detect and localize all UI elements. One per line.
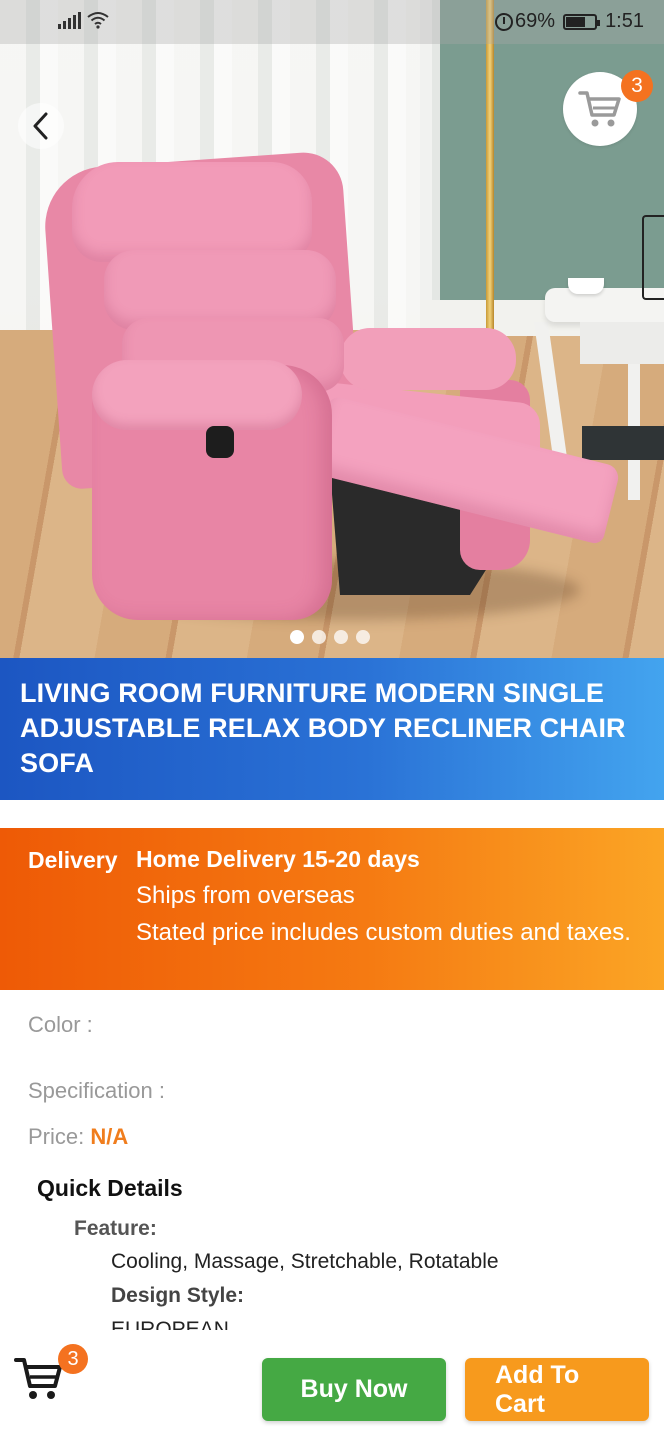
- product-image-carousel[interactable]: 69% 1:51 3: [0, 0, 664, 658]
- battery-icon: [563, 13, 601, 30]
- carousel-dot[interactable]: [356, 630, 370, 644]
- carousel-dot[interactable]: [290, 630, 304, 644]
- status-bar: 69% 1:51: [0, 0, 664, 44]
- color-label: Color :: [28, 1012, 93, 1037]
- product-title-banner: LIVING ROOM FURNITURE MODERN SINGLE ADJU…: [0, 658, 664, 800]
- delivery-info: Home Delivery 15-20 days Ships from over…: [136, 844, 631, 990]
- add-to-cart-label-line2: Cart: [495, 1389, 546, 1418]
- duties-note: Stated price includes custom duties and …: [136, 919, 631, 946]
- delivery-method: Home Delivery 15-20 days: [136, 846, 420, 872]
- ships-from-text: Ships from overseas: [136, 882, 355, 909]
- carousel-dot[interactable]: [312, 630, 326, 644]
- delivery-label: Delivery: [28, 847, 118, 873]
- cart-button-bottom[interactable]: 3: [14, 1344, 88, 1408]
- specification-label: Specification :: [28, 1078, 165, 1103]
- price-row: Price: N/A: [28, 1124, 128, 1150]
- chevron-left-icon: [33, 112, 48, 140]
- cart-icon: [578, 91, 621, 127]
- product-details: Color : Specification : Price: N/A Quick…: [0, 990, 664, 1330]
- add-to-cart-label-line1: Add To: [495, 1360, 580, 1389]
- delivery-banner: Delivery Home Delivery 15-20 days Ships …: [0, 828, 664, 990]
- buy-now-label: Buy Now: [300, 1375, 408, 1403]
- status-time: 1:51: [605, 10, 644, 32]
- cart-icon: [14, 1358, 62, 1399]
- bottom-action-bar: 3 Buy Now Add To Cart: [0, 1330, 664, 1440]
- signal-icon: [58, 11, 81, 29]
- add-to-cart-button[interactable]: Add To Cart: [465, 1358, 649, 1421]
- design-style-value: EUROPEAN: [111, 1318, 229, 1330]
- cart-count-badge: 3: [58, 1344, 88, 1374]
- price-label: Price:: [28, 1124, 85, 1149]
- back-button[interactable]: [18, 103, 64, 149]
- cart-count-badge: 3: [621, 70, 653, 102]
- feature-label: Feature:: [74, 1217, 157, 1240]
- carousel-dot[interactable]: [334, 630, 348, 644]
- cart-button-top[interactable]: 3: [563, 70, 653, 146]
- add-to-cart-label: Add To Cart: [495, 1361, 579, 1419]
- quick-details-title: Quick Details: [37, 1175, 183, 1201]
- wifi-icon: [87, 12, 109, 29]
- carousel-dots: [290, 630, 370, 644]
- feature-value: Cooling, Massage, Stretchable, Rotatable: [111, 1250, 499, 1273]
- battery-percent: 69%: [515, 10, 556, 32]
- design-style-label: Design Style:: [111, 1284, 245, 1307]
- product-title: LIVING ROOM FURNITURE MODERN SINGLE ADJU…: [20, 678, 626, 778]
- alarm-icon: [495, 12, 514, 31]
- price-value: N/A: [90, 1124, 129, 1149]
- buy-now-button[interactable]: Buy Now: [262, 1358, 446, 1421]
